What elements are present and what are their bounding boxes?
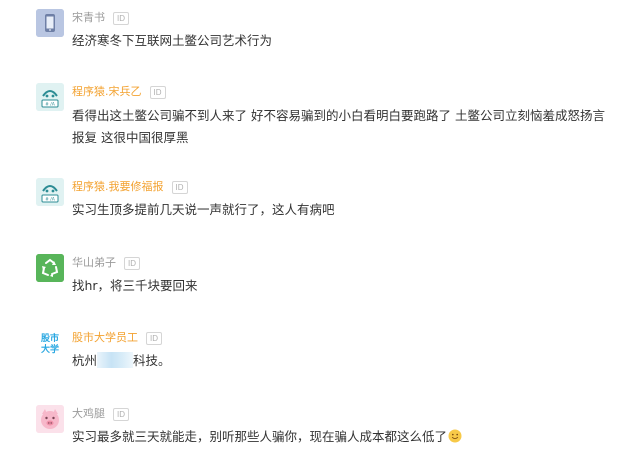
pig-face-icon — [36, 405, 64, 433]
username[interactable]: 股市大学员工 — [72, 330, 138, 346]
avatar-label: # /A — [45, 102, 56, 108]
user-info: 股市大学员工 ID — [72, 330, 162, 346]
avatar[interactable]: # /A — [36, 178, 64, 206]
comment-text-line: 报复 这很中国很厚黑 — [72, 130, 189, 145]
comment-text: 实习最多就三天就能走，别听那些人骗你，现在骗人成本都这么低了 — [72, 427, 632, 447]
comment-text: 看得出这土鳖公司骗不到人来了 好不容易骗到的小白看明白要跑路了 土鳖公司立刻恼羞… — [72, 105, 632, 149]
username[interactable]: 华山弟子 — [72, 255, 116, 271]
comment-text: 杭州 科技。 — [72, 351, 632, 371]
avatar[interactable] — [36, 254, 64, 282]
user-info: 大鸡腿 ID — [72, 406, 129, 422]
avatar[interactable] — [36, 9, 64, 37]
avatar-label: # /A — [45, 197, 56, 203]
id-badge: ID — [146, 331, 162, 345]
phone-icon — [36, 9, 64, 37]
comment-text-line: 看得出这土鳖公司骗不到人来了 好不容易骗到的小白看明白要跑路了 土鳖公司立刻恼羞… — [72, 108, 605, 123]
avatar[interactable]: 股市 大学 — [36, 329, 64, 357]
comment-text-part: 科技。 — [133, 353, 171, 368]
username[interactable]: 程序猿.宋兵乙 — [72, 84, 142, 100]
username[interactable]: 大鸡腿 — [72, 406, 105, 422]
user-info: 程序猿.我要修福报 ID — [72, 179, 188, 195]
programmer-ape-icon: # /A — [36, 83, 64, 111]
comment-text: 实习生顶多提前几天说一声就行了，这人有病吧 — [72, 202, 335, 217]
comment-text: 找hr，将三千块要回来 — [72, 278, 198, 293]
avatar[interactable]: # /A — [36, 83, 64, 111]
id-badge: ID — [113, 11, 129, 25]
programmer-ape-icon: # /A — [36, 178, 64, 206]
comment-text: 经济寒冬下互联网土鳖公司艺术行为 — [72, 33, 273, 48]
user-info: 华山弟子 ID — [72, 255, 140, 271]
comment-text-part: 杭州 — [72, 353, 98, 368]
redacted-mask — [97, 352, 134, 368]
svg-text:股市: 股市 — [41, 332, 59, 344]
avatar[interactable] — [36, 405, 64, 433]
smiling-face-emoji-icon — [448, 429, 462, 443]
id-badge: ID — [113, 407, 129, 421]
id-badge: ID — [124, 256, 140, 270]
username[interactable]: 宋青书 — [72, 10, 105, 26]
username[interactable]: 程序猿.我要修福报 — [72, 179, 164, 195]
user-info: 宋青书 ID — [72, 10, 129, 26]
svg-text:大学: 大学 — [41, 343, 59, 355]
comment-text-part: 实习最多就三天就能走，别听那些人骗你，现在骗人成本都这么低了 — [72, 429, 448, 444]
id-badge: ID — [149, 85, 166, 99]
stock-university-logo: 股市 大学 — [36, 329, 64, 357]
id-badge: ID — [171, 180, 188, 194]
user-info: 程序猿.宋兵乙 ID — [72, 84, 166, 100]
recycle-icon — [36, 254, 64, 282]
